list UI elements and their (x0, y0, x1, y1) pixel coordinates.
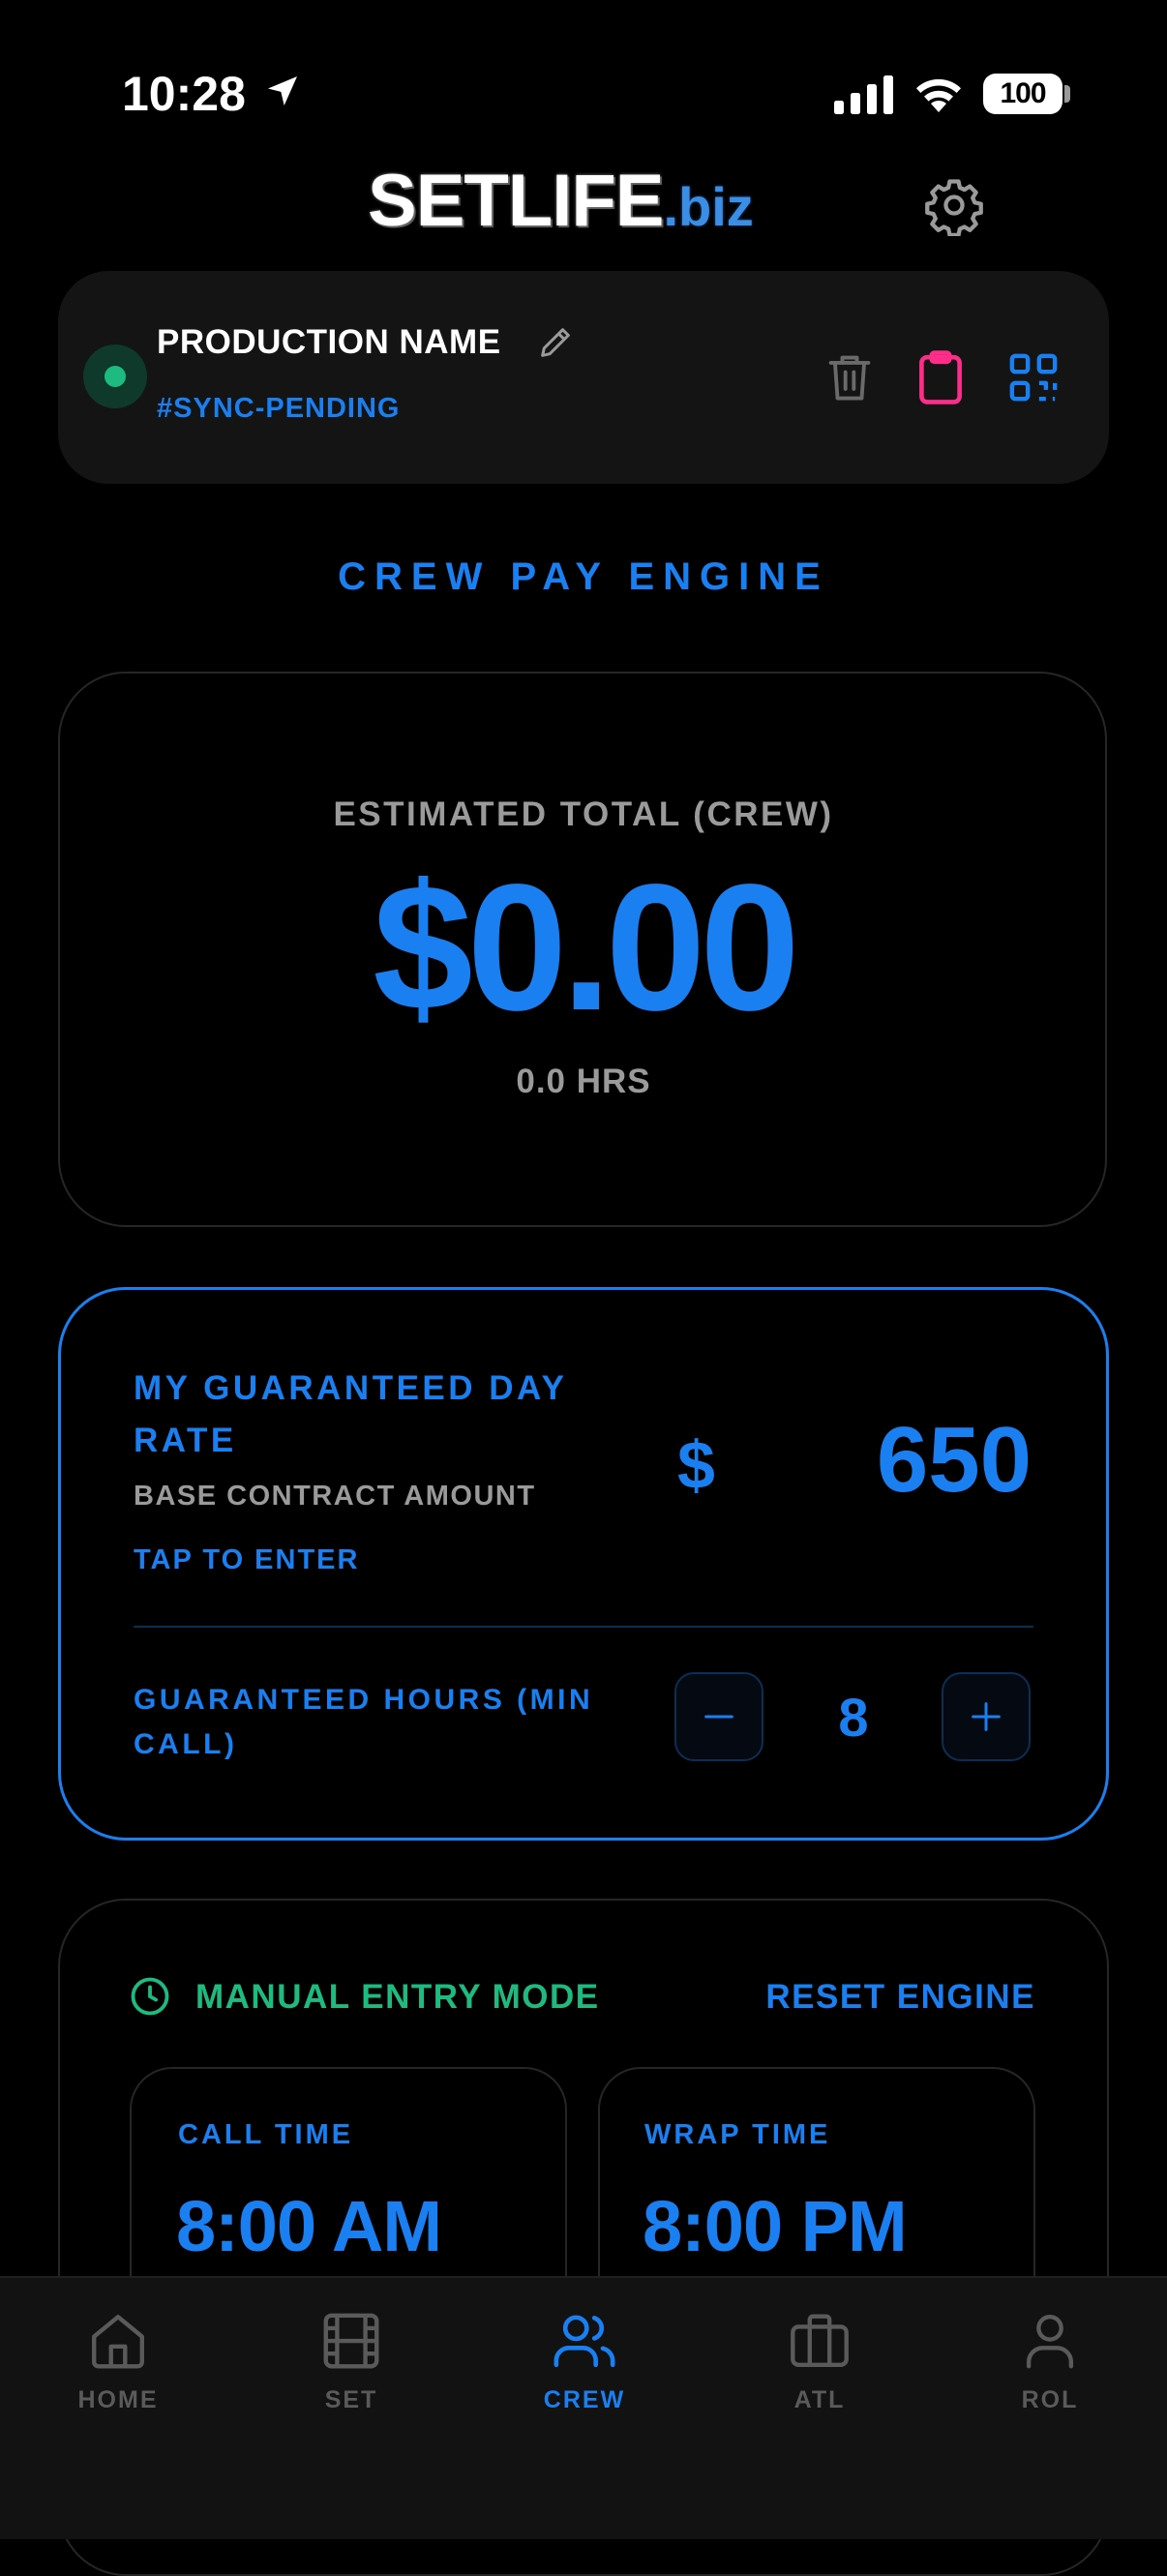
increase-hours-button[interactable] (942, 1672, 1031, 1761)
day-rate-subtitle: BASE CONTRACT AMOUNT (134, 1481, 536, 1512)
plus-icon (972, 1702, 1001, 1731)
logo-main-text: SETLIFE (368, 160, 664, 242)
nav-label-home: HOME (77, 2386, 159, 2413)
nav-item-atl[interactable]: ATL (733, 2295, 907, 2450)
nav-label-set: SET (324, 2386, 378, 2413)
location-arrow-icon (268, 76, 297, 105)
battery-tip (1064, 85, 1070, 103)
currency-symbol: $ (677, 1427, 715, 1503)
settings-gear-icon[interactable] (923, 174, 985, 236)
minus-icon (704, 1715, 733, 1719)
users-icon (554, 2315, 615, 2368)
tap-to-enter-hint: TAP TO ENTER (134, 1544, 360, 1575)
estimate-hours: 0.0 HRS (516, 1063, 651, 1100)
status-time: 10:28 (122, 67, 246, 121)
briefcase-icon (791, 2314, 849, 2367)
divider (134, 1626, 1033, 1628)
pencil-edit-icon[interactable] (536, 323, 575, 362)
call-time-value: 8:00 AM (176, 2186, 442, 2266)
nav-item-home[interactable]: HOME (31, 2295, 205, 2450)
nav-label-crew: CREW (543, 2386, 626, 2413)
section-title: CREW PAY ENGINE (338, 555, 829, 598)
guaranteed-hours-value: 8 (838, 1687, 869, 1748)
production-name[interactable]: PRODUCTION NAME (157, 323, 501, 362)
estimate-total: $0.00 (373, 848, 799, 1048)
production-sync-tag: #SYNC-PENDING (157, 393, 401, 424)
user-icon (1026, 2315, 1074, 2369)
reset-engine-button[interactable]: RESET ENGINE (735, 1978, 1035, 2017)
battery-indicator: 100 (983, 74, 1062, 114)
day-rate-title: MY GUARANTEED DAY RATE (134, 1369, 567, 1459)
wrap-time-value: 8:00 PM (643, 2186, 908, 2266)
decrease-hours-button[interactable] (674, 1672, 763, 1761)
nav-label-atl: ATL (793, 2386, 846, 2413)
clock-icon (131, 1977, 169, 2016)
home-icon (92, 2315, 144, 2369)
clipboard-icon[interactable] (913, 348, 968, 406)
cellular-signal-icon (834, 75, 893, 114)
nav-item-crew[interactable]: CREW (497, 2295, 672, 2450)
logo-suffix-text: .biz (663, 176, 754, 237)
guaranteed-hours-label: GUARANTEED HOURS (MIN CALL) (134, 1684, 594, 1760)
nav-item-rol[interactable]: ROL (963, 2295, 1137, 2450)
sync-status-dot (105, 366, 126, 387)
app-logo: SETLIFE .biz (368, 159, 754, 242)
manual-entry-mode-label: MANUAL ENTRY MODE (195, 1978, 600, 2016)
estimate-label: ESTIMATED TOTAL (CREW) (333, 795, 834, 833)
day-rate-input[interactable]: 650 (774, 1407, 1032, 1513)
qr-code-icon[interactable] (1006, 350, 1061, 404)
wifi-icon (916, 78, 961, 112)
nav-label-rol: ROL (1021, 2386, 1079, 2413)
trash-icon[interactable] (824, 350, 875, 404)
nav-item-set[interactable]: SET (264, 2295, 438, 2450)
call-time-label: CALL TIME (178, 2119, 354, 2150)
wrap-time-label: WRAP TIME (644, 2119, 831, 2150)
film-icon (323, 2313, 379, 2369)
